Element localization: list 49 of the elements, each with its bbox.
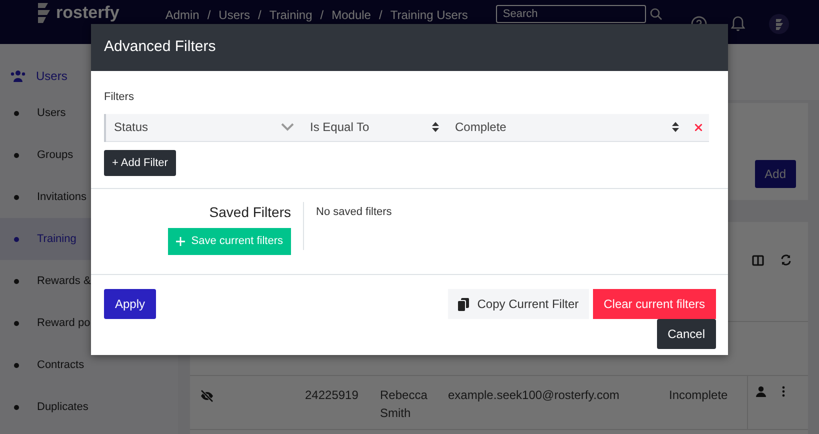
- operator-select[interactable]: Is Equal To: [302, 114, 447, 142]
- filters-label: Filters: [104, 90, 135, 105]
- eye-slash-icon[interactable]: [200, 390, 214, 402]
- search-field[interactable]: Search: [496, 5, 646, 23]
- sort-arrows-icon: [432, 122, 439, 132]
- value-select[interactable]: Complete: [447, 114, 687, 142]
- breadcrumb-separator: /: [320, 7, 324, 24]
- copy-icon: [458, 298, 470, 310]
- breadcrumb-link[interactable]: Admin: [165, 6, 200, 24]
- avatar-icon[interactable]: [769, 14, 789, 34]
- table-cell-text: example.seek100@rosterfy.com: [448, 387, 620, 404]
- sidebar-item[interactable]: Duplicates: [0, 386, 178, 428]
- breadcrumb-link[interactable]: Training: [269, 6, 312, 24]
- sidebar-section-title: Users: [36, 68, 68, 85]
- breadcrumb-link[interactable]: Users: [218, 6, 250, 24]
- search-icon: [650, 8, 662, 20]
- add-filter-button[interactable]: + Add Filter: [104, 150, 176, 176]
- apply-button[interactable]: Apply: [104, 289, 156, 319]
- sidebar-item[interactable]: Contracts: [0, 344, 178, 386]
- bell-icon[interactable]: [731, 16, 745, 32]
- chevron-down-icon: [281, 123, 294, 131]
- close-icon[interactable]: [694, 124, 702, 130]
- refresh-icon[interactable]: [780, 254, 792, 266]
- plus-icon: [176, 236, 186, 246]
- sidebar-item[interactable]: Invitations: [0, 176, 178, 218]
- users-icon: [10, 70, 26, 82]
- empty-message: No saved filters: [316, 206, 392, 218]
- sort-arrows-icon: [672, 122, 679, 132]
- copy-filter-button[interactable]: Copy Current Filter: [448, 289, 589, 319]
- table-cell-text: 24225919: [305, 387, 360, 404]
- clear-filters-button[interactable]: Clear current filters: [592, 289, 716, 319]
- more-icon[interactable]: [782, 386, 785, 397]
- breadcrumb-link[interactable]: Training Users: [390, 6, 468, 24]
- table-cell-text: Rebecca Smith: [380, 387, 428, 422]
- breadcrumb-separator: /: [258, 7, 262, 24]
- add-button[interactable]: Add: [754, 160, 796, 188]
- field-select[interactable]: Status: [106, 114, 302, 142]
- logo-icon: [36, 3, 52, 23]
- save-filters-button[interactable]: Save current filters: [168, 228, 291, 254]
- table-cell-text: Incomplete: [669, 387, 729, 404]
- columns-icon[interactable]: [752, 254, 764, 266]
- saved-filters-title: Saved Filters: [209, 203, 291, 222]
- dialog-title: Advanced Filters: [104, 37, 216, 58]
- user-icon[interactable]: [756, 386, 766, 397]
- breadcrumb-separator: /: [207, 7, 211, 24]
- breadcrumb-separator: /: [378, 7, 382, 24]
- logo-text: rosterfy: [56, 3, 120, 23]
- cancel-button[interactable]: Cancel: [656, 319, 716, 349]
- breadcrumb-link[interactable]: Module: [332, 6, 371, 24]
